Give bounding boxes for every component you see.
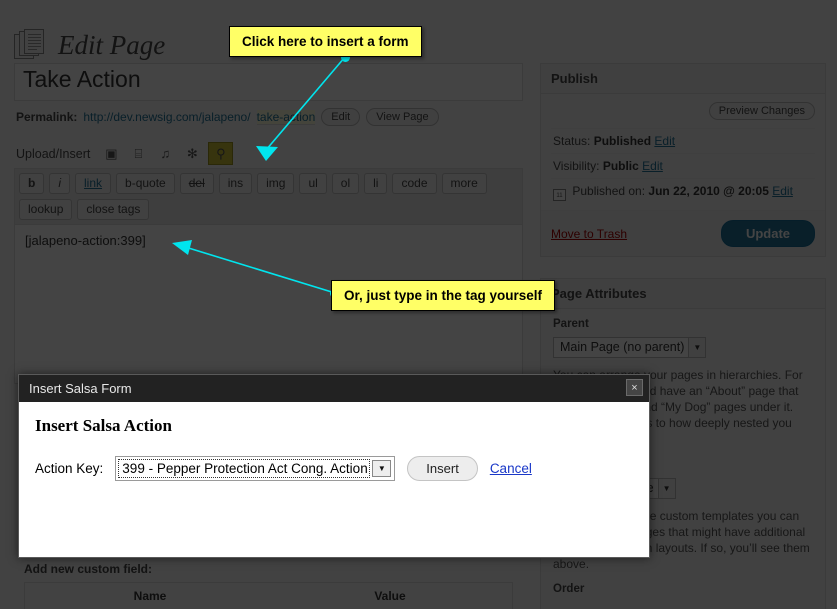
quicktag-del[interactable]: del	[179, 173, 214, 194]
add-new-custom-field-label: Add new custom field:	[24, 562, 153, 576]
action-key-label: Action Key:	[35, 461, 104, 476]
insert-button[interactable]: Insert	[407, 456, 478, 481]
view-page-button[interactable]: View Page	[366, 108, 439, 126]
quicktag-more[interactable]: more	[441, 173, 487, 194]
parent-select-value: Main Page (no parent)	[560, 340, 685, 354]
parent-label: Parent	[553, 318, 589, 330]
published-on-edit-link[interactable]: Edit	[772, 184, 793, 198]
quicktag-lookup[interactable]: lookup	[19, 199, 73, 220]
publish-actions: Move to Trash Update	[541, 210, 825, 256]
screen: Edit Page Take Action Permalink: http://…	[0, 0, 837, 609]
preview-changes-button[interactable]: Preview Changes	[708, 102, 815, 120]
close-icon[interactable]: ×	[626, 379, 643, 396]
status-label: Status:	[553, 134, 591, 148]
quicktag-img[interactable]: img	[257, 173, 295, 194]
add-video-icon[interactable]: ⌸	[128, 144, 148, 164]
published-on-label: Published on:	[572, 184, 646, 198]
quicktag-bold[interactable]: b	[19, 173, 45, 194]
quicktag-li[interactable]: li	[364, 173, 388, 194]
edit-permalink-button[interactable]: Edit	[321, 108, 361, 126]
move-to-trash-link[interactable]: Move to Trash	[551, 227, 627, 241]
column-header-name: Name	[133, 589, 167, 603]
custom-fields-table: Name Value	[24, 582, 513, 609]
page-attributes-title: Page Attributes	[541, 279, 825, 309]
update-button[interactable]: Update	[720, 220, 815, 247]
published-on-row: 11 Published on: Jun 22, 2010 @ 20:05 Ed…	[551, 178, 815, 204]
add-audio-icon[interactable]: ♫	[155, 144, 175, 164]
action-key-select[interactable]: 399 - Pepper Protection Act Cong. Action…	[115, 456, 396, 481]
chevron-down-icon: ▼	[372, 460, 392, 477]
custom-fields-section: Add new custom field: Name Value	[14, 556, 523, 609]
page-stack-icon	[14, 28, 48, 63]
insert-salsa-form-icon[interactable]: ⚲	[209, 143, 233, 164]
permalink-row: Permalink: http://dev.newsig.com/jalapen…	[16, 108, 439, 126]
insert-salsa-form-dialog: Insert Salsa Form × Insert Salsa Action …	[18, 374, 650, 558]
quicktag-link[interactable]: link	[75, 173, 112, 194]
quicktag-ins[interactable]: ins	[218, 173, 253, 194]
calendar-icon: 11	[553, 189, 566, 201]
dialog-heading: Insert Salsa Action	[35, 416, 172, 435]
chevron-down-icon: ▼	[657, 479, 675, 498]
permalink-label: Permalink:	[16, 110, 78, 124]
dialog-body: Insert Salsa Action Action Key: 399 - Pe…	[19, 402, 649, 495]
published-on-value: Jun 22, 2010 @ 20:05	[648, 184, 769, 198]
column-header-value: Value	[374, 589, 406, 603]
order-label: Order	[553, 583, 585, 595]
permalink-url: http://dev.newsig.com/jalapeno/	[83, 110, 251, 124]
quicktag-italic[interactable]: i	[49, 173, 71, 194]
visibility-value: Public	[602, 159, 639, 173]
quicktag-code[interactable]: code	[392, 173, 437, 194]
quicktag-blockquote[interactable]: b-quote	[116, 173, 175, 194]
quicktag-ol[interactable]: ol	[331, 173, 360, 194]
cancel-link[interactable]: Cancel	[490, 461, 532, 476]
add-image-icon[interactable]: ▣	[101, 144, 121, 164]
status-row: Status: Published Edit	[551, 128, 815, 153]
visibility-edit-link[interactable]: Edit	[642, 159, 663, 173]
quicktags-toolbar: b i link b-quote del ins img ul ol li co…	[14, 168, 523, 226]
post-title-input[interactable]: Take Action	[14, 63, 523, 101]
dialog-titlebar: Insert Salsa Form ×	[19, 375, 649, 402]
quicktag-ul[interactable]: ul	[299, 173, 327, 194]
parent-select[interactable]: Main Page (no parent) ▼	[553, 337, 707, 358]
publish-box-title: Publish	[541, 64, 825, 94]
action-key-select-value: 399 - Pepper Protection Act Cong. Action	[118, 459, 371, 478]
permalink-slug[interactable]: take-action	[256, 109, 316, 125]
add-media-icon[interactable]: ✻	[182, 144, 202, 164]
status-edit-link[interactable]: Edit	[654, 134, 675, 148]
quicktag-close-tags[interactable]: close tags	[77, 199, 150, 220]
upload-insert-label: Upload/Insert	[16, 146, 91, 161]
chevron-down-icon: ▼	[688, 338, 706, 357]
dialog-title: Insert Salsa Form	[29, 381, 132, 396]
upload-insert-row: Upload/Insert ▣ ⌸ ♫ ✻ ⚲	[16, 143, 233, 164]
status-value: Published	[593, 134, 652, 148]
custom-fields-header-row: Name Value	[25, 583, 512, 609]
visibility-label: Visibility:	[553, 159, 600, 173]
visibility-row: Visibility: Public Edit	[551, 153, 815, 178]
post-content-textarea[interactable]: [jalapeno-action:399]	[14, 224, 523, 384]
page-title: Edit Page	[58, 30, 166, 61]
publish-box: Publish Preview Changes Status: Publishe…	[540, 63, 826, 257]
action-key-row: Action Key: 399 - Pepper Protection Act …	[35, 456, 633, 481]
